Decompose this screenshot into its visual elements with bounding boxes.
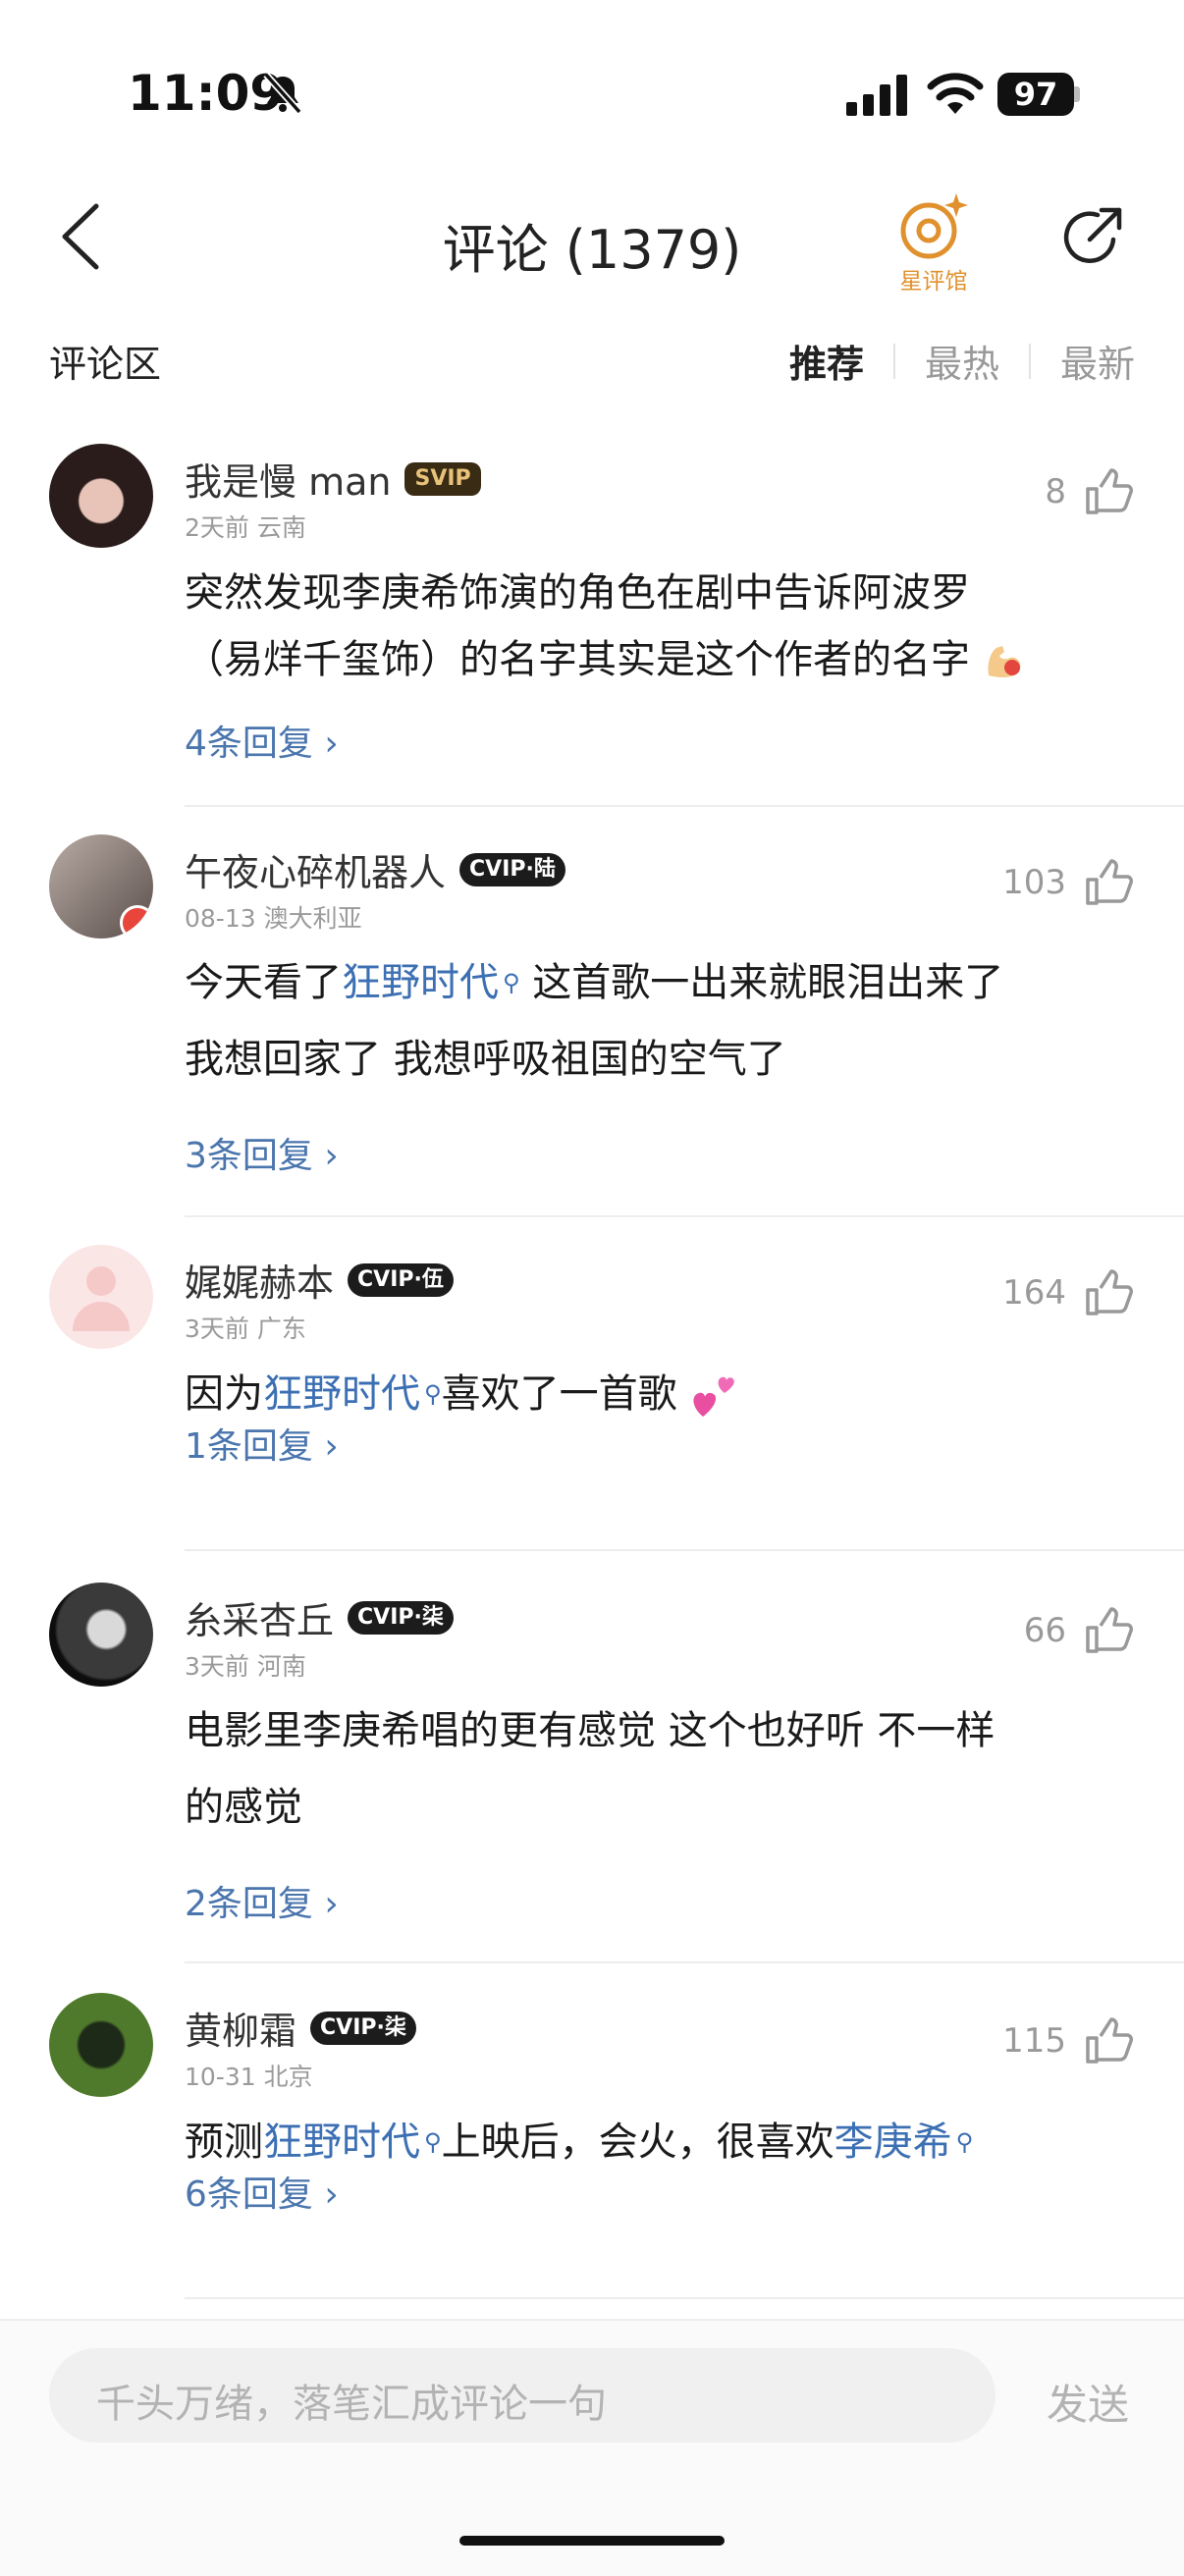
battery-level: 97 (997, 73, 1074, 116)
like-button[interactable]: 164 (1002, 1266, 1135, 1319)
nickname[interactable]: 午夜心碎机器人 (185, 842, 446, 896)
like-button[interactable]: 103 (1002, 856, 1135, 909)
like-count: 115 (1002, 2021, 1066, 2061)
star-hall-icon (900, 193, 968, 259)
nick-row: 午夜心碎机器人 CVIP·陆 (185, 842, 565, 896)
comment-meta: 08-13 澳大利亚 (185, 904, 362, 933)
like-count: 103 (1002, 863, 1066, 902)
avatar[interactable] (49, 834, 153, 939)
like-button[interactable]: 8 (1045, 465, 1135, 518)
comment-text: 突然发现李庚希饰演的角色在剧中告诉阿波罗 （易烊千玺饰）的名字其实是这个作者的名… (185, 560, 1117, 693)
like-button[interactable]: 115 (1002, 2014, 1135, 2067)
share-icon[interactable] (1058, 202, 1127, 271)
comment-meta: 2天前 云南 (185, 513, 306, 542)
topic-link[interactable]: 狂野时代 (263, 2120, 420, 2165)
battery-cap (1074, 86, 1080, 102)
search-icon: ⚲ (955, 2128, 974, 2156)
star-hall-label: 星评馆 (899, 269, 968, 295)
thumbs-up-icon (1086, 468, 1133, 514)
tab-recommended[interactable]: 推荐 (789, 334, 864, 388)
view-replies-link[interactable]: 3条回复 › (185, 1127, 339, 1178)
vip-badge: CVIP·柒 (310, 2011, 416, 2045)
like-button[interactable]: 66 (1024, 1604, 1135, 1657)
bell-muted-icon (263, 72, 302, 115)
comment-section-title: 评论区 (49, 343, 162, 386)
avatar[interactable] (49, 1245, 153, 1349)
tab-divider (892, 343, 895, 379)
thumbs-up-icon (1086, 1607, 1133, 1653)
sort-tabs: 推荐 最热 最新 (789, 334, 1135, 388)
comment-meta: 10-31 北京 (185, 2063, 313, 2091)
thumbs-up-icon (1086, 2017, 1133, 2064)
nickname[interactable]: 娓娓赫本 (185, 1253, 334, 1307)
avatar[interactable] (49, 444, 153, 548)
like-count: 8 (1045, 472, 1066, 511)
wifi-icon (927, 73, 984, 114)
topic-link[interactable]: 狂野时代 (342, 960, 499, 1005)
view-replies-link[interactable]: 2条回复 › (185, 1875, 339, 1926)
page-title: 评论 (1379) (442, 219, 742, 281)
comment-divider (185, 2297, 1184, 2299)
topic-link[interactable]: 李庚希 (834, 2120, 952, 2165)
tab-divider (1028, 343, 1031, 379)
nick-row: 娓娓赫本 CVIP·伍 (185, 1253, 454, 1307)
home-indicator (459, 2536, 725, 2546)
like-count: 164 (1002, 1273, 1066, 1313)
tab-newest[interactable]: 最新 (1060, 334, 1135, 388)
nick-row: 黄柳霜 CVIP·柒 (185, 2001, 416, 2055)
search-icon: ⚲ (503, 969, 520, 996)
avatar[interactable] (49, 1993, 153, 2097)
view-replies-link[interactable]: 4条回复 › (185, 715, 339, 766)
comment-input-placeholder: 千头万绪，落笔汇成评论一句 (96, 2382, 607, 2427)
comment-divider (185, 1961, 1184, 1963)
view-replies-link[interactable]: 1条回复 › (185, 1418, 339, 1469)
search-icon: ⚲ (424, 1380, 442, 1408)
vip-badge: SVIP (404, 461, 481, 496)
nick-row: 糸采杏丘 CVIP·柒 (185, 1590, 454, 1644)
tab-hottest[interactable]: 最热 (925, 334, 999, 388)
avatar[interactable] (49, 1583, 153, 1687)
send-button[interactable]: 发送 (1047, 2372, 1129, 2432)
two-hearts-emoji (693, 1376, 735, 1417)
cellular-signal-icon (846, 75, 907, 116)
flexed-biceps-emoji (988, 646, 1021, 677)
star-hall-button[interactable]: 星评馆 (889, 191, 978, 295)
vip-badge: CVIP·柒 (348, 1600, 454, 1635)
comment-meta: 3天前 广东 (185, 1315, 306, 1343)
vip-badge: CVIP·伍 (348, 1262, 454, 1297)
thumbs-up-icon (1086, 1269, 1133, 1315)
nickname[interactable]: 我是慢 man (185, 452, 391, 506)
comment-divider (185, 1215, 1184, 1217)
nickname[interactable]: 糸采杏丘 (185, 1590, 334, 1644)
search-icon: ⚲ (424, 2128, 442, 2156)
nickname[interactable]: 黄柳霜 (185, 2001, 296, 2055)
comment-divider (185, 1549, 1184, 1551)
view-replies-link[interactable]: 6条回复 › (185, 2166, 339, 2217)
nick-row: 我是慢 man SVIP (185, 452, 481, 506)
comment-text: 电影里李庚希唱的更有感觉 这个也好听 不一样 的感觉 (185, 1708, 996, 1830)
comment-meta: 3天前 河南 (185, 1652, 306, 1681)
topic-link[interactable]: 狂野时代 (263, 1371, 420, 1417)
vip-badge: CVIP·陆 (459, 852, 565, 886)
comment-text: 今天看了狂野时代 ⚲ 这首歌一出来就眼泪出来了 我想回家了 我想呼吸祖国的空气了 (185, 944, 1117, 1098)
thumbs-up-icon (1086, 859, 1133, 905)
like-count: 66 (1023, 1611, 1066, 1650)
comment-divider (185, 805, 1184, 807)
